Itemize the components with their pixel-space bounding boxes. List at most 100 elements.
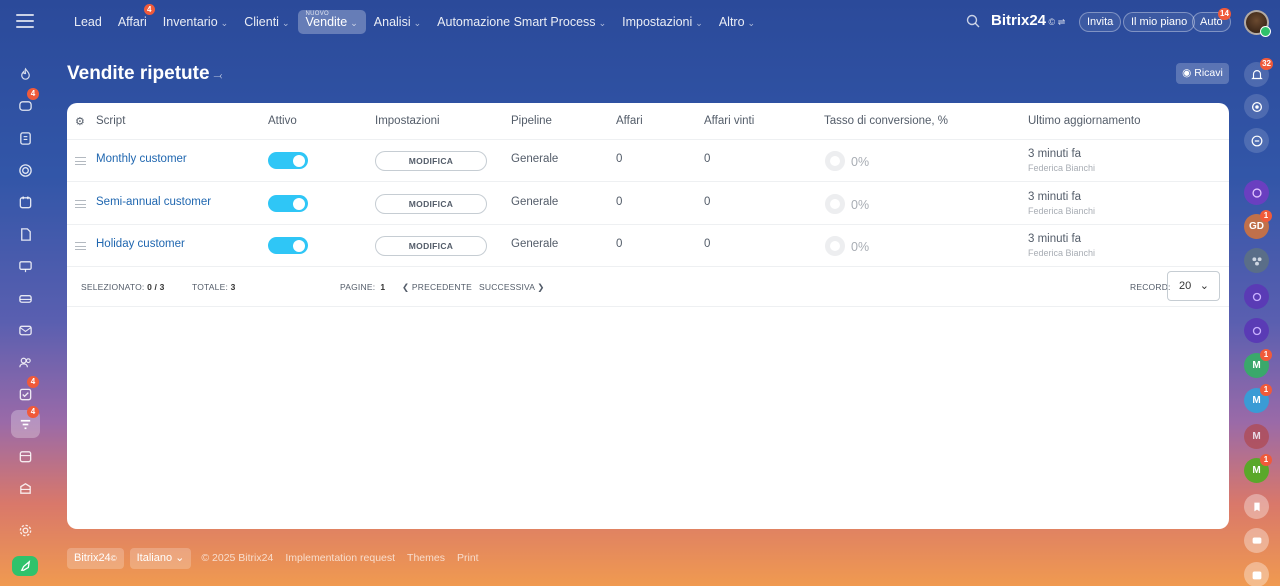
sidebar-item-chat[interactable]: 4: [11, 88, 40, 120]
sidebar-item-files[interactable]: [11, 220, 40, 248]
script-link[interactable]: Monthly customer: [96, 153, 187, 165]
copilot-button[interactable]: [1244, 94, 1269, 119]
active-toggle[interactable]: [268, 195, 308, 212]
sidebar-item-settings[interactable]: [11, 516, 40, 544]
nav-item-inventario[interactable]: Inventario ⌄: [155, 10, 236, 34]
contact-avatar[interactable]: M: [1244, 424, 1269, 449]
updated-time: 3 minuti fa: [1028, 191, 1082, 203]
implementation-request-link[interactable]: Implementation request: [285, 552, 395, 564]
sidebar-item-sales[interactable]: 4: [11, 406, 40, 438]
calendar-icon: [1252, 571, 1261, 579]
sidebar-item-upgrade[interactable]: [12, 556, 38, 576]
sidebar-item-store[interactable]: [11, 474, 40, 502]
language-select[interactable]: Italiano ⌄: [129, 547, 192, 569]
column-header-conversione[interactable]: Tasso di conversione, %: [824, 115, 948, 127]
sidebar-item-employees[interactable]: [11, 348, 40, 376]
nav-item-clienti[interactable]: Clienti ⌄: [236, 10, 297, 34]
script-link[interactable]: Holiday customer: [96, 238, 185, 250]
column-header-impostazioni[interactable]: Impostazioni: [375, 115, 440, 127]
conversion-value: 0%: [851, 240, 870, 254]
contact-avatar[interactable]: M1: [1244, 384, 1272, 413]
sidebar-item-drive[interactable]: [11, 284, 40, 312]
bookmark-button[interactable]: [1244, 494, 1269, 519]
column-header-aggiornamento[interactable]: Ultimo aggiornamento: [1028, 115, 1141, 127]
sidebar-item-calendar[interactable]: [11, 188, 40, 216]
calendar-button[interactable]: [1244, 562, 1269, 586]
grid-settings-icon[interactable]: ⚙: [75, 115, 85, 128]
bot-avatar[interactable]: [1244, 284, 1269, 309]
chevron-left-icon: ❮: [402, 282, 410, 292]
bell-icon: [1250, 69, 1263, 79]
bookmark-icon: [1253, 502, 1260, 511]
nav-item-lead[interactable]: Lead: [66, 10, 110, 34]
document-icon: [20, 131, 31, 145]
column-header-pipeline[interactable]: Pipeline: [511, 115, 552, 127]
drag-handle-icon[interactable]: [75, 157, 86, 165]
notifications-badge: 32: [1260, 58, 1273, 70]
active-toggle[interactable]: [268, 237, 308, 254]
brand-logo[interactable]: Bitrix24 © ⇌: [991, 12, 1065, 29]
nav-item-altro[interactable]: Altro ⌄: [711, 10, 763, 34]
messages-button[interactable]: [1244, 128, 1269, 153]
nav-item-affari[interactable]: Affari 4: [110, 4, 155, 34]
edit-button[interactable]: MODIFICA: [375, 194, 487, 214]
chevron-down-icon: ⌄: [220, 18, 229, 28]
my-plan-button[interactable]: Il mio piano: [1123, 12, 1196, 32]
drag-handle-icon[interactable]: [75, 242, 86, 250]
chevron-down-icon: ⌄: [598, 18, 607, 28]
updated-time: 3 minuti fa: [1028, 148, 1082, 160]
updated-by[interactable]: Federica Bianchi: [1028, 248, 1095, 258]
notifications-button[interactable]: 32: [1244, 58, 1273, 87]
checkbox-icon: [19, 388, 32, 400]
invite-button[interactable]: Invita: [1079, 12, 1122, 32]
sidebar-item-feed[interactable]: [11, 60, 40, 88]
pipeline-value: Generale: [511, 238, 559, 250]
user-avatar[interactable]: [1244, 10, 1271, 37]
sidebar-item-mail[interactable]: [11, 316, 40, 344]
nav-item-analisi[interactable]: Analisi ⌄: [366, 10, 429, 34]
records-per-page-select[interactable]: 20 ⌄: [1167, 271, 1220, 301]
gear-icon: [19, 524, 32, 536]
contact-avatar[interactable]: M1: [1244, 349, 1272, 378]
edit-button[interactable]: MODIFICA: [375, 151, 487, 171]
won-deals-value: 0: [704, 196, 711, 208]
active-toggle[interactable]: [268, 152, 308, 169]
contact-avatar[interactable]: GD 1: [1244, 210, 1272, 239]
updated-by[interactable]: Federica Bianchi: [1028, 206, 1095, 216]
mail-icon: [19, 325, 32, 335]
menu-icon[interactable]: [16, 14, 34, 28]
drag-handle-icon[interactable]: [75, 200, 86, 208]
nav-item-impostazioni[interactable]: Impostazioni ⌄: [614, 10, 711, 34]
file-icon: [21, 227, 31, 241]
nav-item-vendite[interactable]: NUOVO Vendite ⌄: [297, 10, 366, 34]
tasks-badge: 4: [27, 376, 39, 388]
sidebar-item-boards[interactable]: [11, 252, 40, 280]
column-header-affari-vinti[interactable]: Affari vinti: [704, 115, 754, 127]
edit-button[interactable]: MODIFICA: [375, 236, 487, 256]
bot-avatar[interactable]: [1244, 318, 1269, 343]
sidebar-item-schedule[interactable]: [11, 442, 40, 470]
print-link[interactable]: Print: [457, 552, 479, 564]
column-header-affari[interactable]: Affari: [616, 115, 643, 127]
next-page-button[interactable]: SUCCESSIVA ❯: [479, 282, 545, 293]
footer-brand[interactable]: Bitrix24©: [67, 547, 124, 569]
ai-assistant-button[interactable]: [1244, 180, 1269, 205]
support-button[interactable]: [1244, 528, 1269, 553]
revenue-button[interactable]: ◉ Ricavi: [1176, 63, 1229, 84]
search-icon[interactable]: [966, 14, 980, 28]
selected-count: SELEZIONATO: 0 / 3: [81, 282, 165, 292]
sidebar-item-tasks[interactable]: 4: [11, 376, 40, 408]
script-link[interactable]: Semi-annual customer: [96, 196, 211, 208]
column-header-attivo[interactable]: Attivo: [268, 115, 297, 127]
new-label: NUOVO: [305, 11, 330, 17]
prev-page-button[interactable]: ❮ PRECEDENTE: [402, 282, 472, 293]
pin-icon[interactable]: ⤙: [214, 70, 223, 82]
column-header-script[interactable]: Script: [96, 115, 125, 127]
sidebar-item-docs[interactable]: [11, 124, 40, 152]
themes-link[interactable]: Themes: [407, 552, 445, 564]
nav-item-automazione[interactable]: Automazione Smart Process ⌄: [429, 10, 614, 34]
contact-avatar[interactable]: M1: [1244, 454, 1272, 483]
group-avatar[interactable]: [1244, 248, 1269, 273]
sidebar-item-crm[interactable]: [11, 156, 40, 184]
updated-by[interactable]: Federica Bianchi: [1028, 163, 1095, 173]
